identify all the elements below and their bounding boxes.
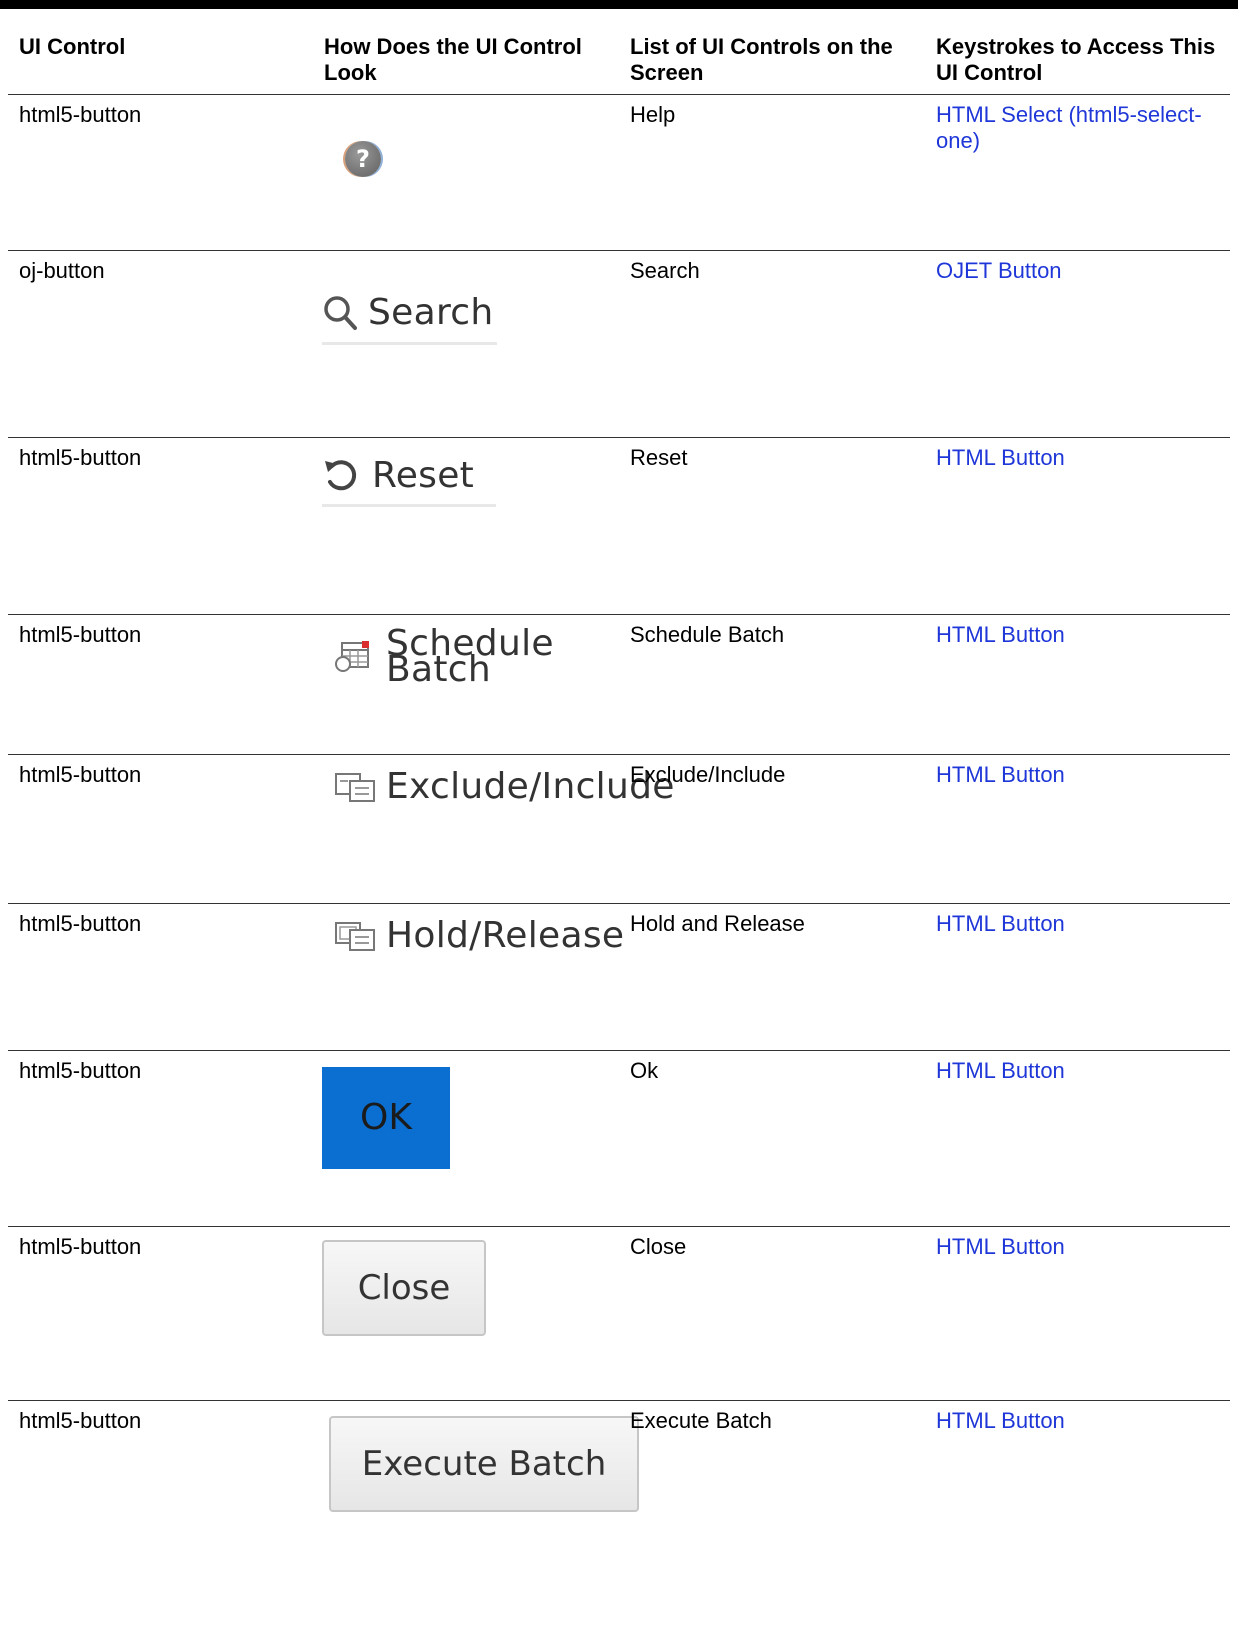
close-button-sample[interactable]: Close bbox=[322, 1240, 486, 1336]
control-type: html5-button bbox=[8, 614, 313, 755]
top-rule bbox=[0, 0, 1238, 9]
schedule-batch-button-sample[interactable]: Schedule Batch bbox=[334, 623, 609, 690]
keystrokes-cell: HTML Select (html5-select-one) bbox=[925, 94, 1230, 251]
control-name: Schedule Batch bbox=[619, 614, 925, 755]
search-icon bbox=[324, 296, 357, 330]
table-row: html5-button Close Close HTML Button bbox=[8, 1226, 1230, 1401]
schedule-batch-icon bbox=[335, 641, 369, 672]
keystrokes-link[interactable]: HTML Button bbox=[936, 911, 1065, 936]
search-button-sample[interactable]: Search bbox=[322, 292, 498, 345]
control-type: html5-button bbox=[8, 1226, 313, 1401]
look-cell: Exclude/Include bbox=[313, 754, 674, 904]
keystrokes-cell: HTML Button bbox=[925, 903, 1230, 1051]
control-type: html5-button bbox=[8, 754, 313, 904]
table-header-row: UI Control How Does the UI Control Look … bbox=[8, 9, 1230, 95]
look-cell: ? bbox=[313, 94, 619, 251]
header-controls-list: List of UI Controls on the Screen bbox=[619, 9, 925, 95]
look-cell: Execute Batch bbox=[313, 1401, 639, 1631]
control-name: Reset bbox=[619, 437, 925, 615]
look-cell: Close bbox=[313, 1226, 619, 1401]
reset-button-sample[interactable]: Reset bbox=[322, 455, 497, 507]
control-name: Close bbox=[619, 1226, 925, 1401]
look-cell: Schedule Batch bbox=[313, 614, 619, 755]
keystrokes-link[interactable]: HTML Select (html5-select-one) bbox=[936, 102, 1202, 153]
look-cell: OK bbox=[313, 1050, 619, 1227]
header-look: How Does the UI Control Look bbox=[313, 9, 619, 95]
table-row: html5-button Reset Reset HTML Button bbox=[8, 437, 1230, 615]
control-name: Execute Batch bbox=[630, 1408, 772, 1433]
exclude-include-button-sample[interactable]: Exclude/Include bbox=[334, 769, 675, 805]
table-row: html5-button Execute Batch Execute Batch… bbox=[8, 1401, 1230, 1631]
control-type: html5-button bbox=[8, 94, 313, 251]
keystrokes-link[interactable]: OJET Button bbox=[936, 258, 1062, 283]
hold-release-icon bbox=[335, 922, 375, 951]
table-row: oj-button Search Search OJET Button bbox=[8, 250, 1230, 438]
keystrokes-cell: HTML Button bbox=[925, 1050, 1230, 1227]
hold-release-button-label: Hold/Release bbox=[386, 915, 625, 956]
look-cell: Reset bbox=[313, 437, 619, 615]
keystrokes-link[interactable]: HTML Button bbox=[936, 1408, 1065, 1433]
reset-icon bbox=[325, 460, 357, 491]
control-type: html5-button bbox=[19, 1408, 142, 1433]
ui-controls-table: UI Control How Does the UI Control Look … bbox=[8, 9, 1230, 1631]
search-button-label: Search bbox=[368, 292, 494, 333]
keystrokes-link[interactable]: HTML Button bbox=[936, 762, 1065, 787]
reset-button-label: Reset bbox=[372, 455, 475, 496]
keystrokes-cell: HTML Button bbox=[925, 1401, 1230, 1631]
schedule-batch-button-label: Schedule Batch bbox=[386, 623, 554, 690]
keystrokes-link[interactable]: HTML Button bbox=[936, 1234, 1065, 1259]
header-ui-control: UI Control bbox=[8, 9, 313, 95]
table-row: html5-button OK Ok HTML Button bbox=[8, 1050, 1230, 1227]
table-row: html5-button ? Help HTML Select (html5-s… bbox=[8, 94, 1230, 251]
control-type: html5-button bbox=[8, 437, 313, 615]
look-cell: Hold/Release bbox=[313, 903, 624, 1051]
exclude-include-icon bbox=[335, 773, 375, 802]
execute-batch-button-sample[interactable]: Execute Batch bbox=[329, 1416, 639, 1512]
table-row: html5-button Hold/Release Hold and Relea… bbox=[8, 903, 1230, 1051]
keystrokes-cell: HTML Button bbox=[925, 614, 1230, 755]
control-name: Help bbox=[619, 94, 925, 251]
keystrokes-cell: HTML Button bbox=[925, 754, 1230, 904]
help-icon[interactable]: ? bbox=[345, 141, 381, 177]
ok-button-sample[interactable]: OK bbox=[322, 1067, 450, 1169]
keystrokes-link[interactable]: HTML Button bbox=[936, 445, 1065, 470]
keystrokes-cell: HTML Button bbox=[925, 1226, 1230, 1401]
control-name: Ok bbox=[619, 1050, 925, 1227]
table-row: html5-button Exclude/Include Exclude/Inc… bbox=[8, 754, 1230, 904]
control-type: html5-button bbox=[8, 1050, 313, 1227]
control-name: Hold and Release bbox=[619, 903, 925, 1051]
hold-release-button-sample[interactable]: Hold/Release bbox=[334, 915, 625, 956]
look-cell: Search bbox=[313, 250, 619, 438]
control-name: Search bbox=[619, 250, 925, 438]
keystrokes-cell: HTML Button bbox=[925, 437, 1230, 615]
control-type: oj-button bbox=[8, 250, 313, 438]
keystrokes-cell: OJET Button bbox=[925, 250, 1230, 438]
control-type: html5-button bbox=[8, 903, 313, 1051]
keystrokes-link[interactable]: HTML Button bbox=[936, 1058, 1065, 1083]
keystrokes-link[interactable]: HTML Button bbox=[936, 622, 1065, 647]
header-keystrokes: Keystrokes to Access This UI Control bbox=[925, 9, 1230, 95]
control-name: Exclude/Include bbox=[619, 754, 925, 904]
table-row: html5-button Schedule Batch Schedule Bat… bbox=[8, 614, 1230, 755]
